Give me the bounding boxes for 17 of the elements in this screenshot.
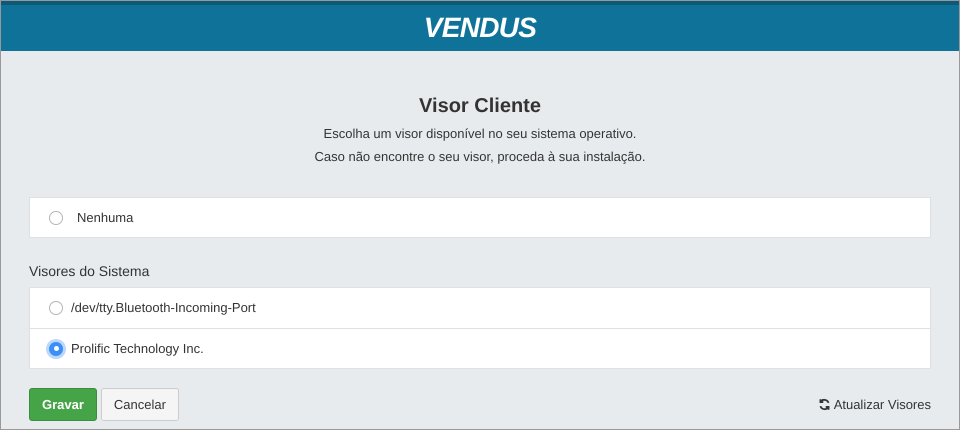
option-label: Prolific Technology Inc. — [71, 340, 204, 358]
radio-button[interactable] — [49, 342, 63, 356]
option-row[interactable]: Prolific Technology Inc. — [30, 328, 930, 368]
option-label: Nenhuma — [77, 208, 134, 227]
logo: VENDUS — [424, 11, 536, 45]
option-label: /dev/tty.Bluetooth-Incoming-Port — [71, 299, 256, 318]
option-row[interactable]: /dev/tty.Bluetooth-Incoming-Port — [30, 288, 930, 328]
description-line: Caso não encontre o seu visor, proceda à sua instalação. — [314, 148, 646, 166]
cancel-button[interactable]: Cancelar — [100, 388, 179, 421]
option-row[interactable]: Nenhuma — [29, 197, 931, 238]
radio-button[interactable] — [49, 301, 63, 315]
refresh-link[interactable]: Atualizar Visores — [818, 394, 931, 414]
section-label: Visores do Sistema — [29, 262, 150, 281]
description-line: Escolha um visor disponível no seu sistema operativo. — [324, 125, 636, 143]
refresh-icon — [818, 398, 831, 411]
page-title: Visor Cliente — [419, 94, 541, 119]
radio-button[interactable] — [49, 210, 63, 224]
